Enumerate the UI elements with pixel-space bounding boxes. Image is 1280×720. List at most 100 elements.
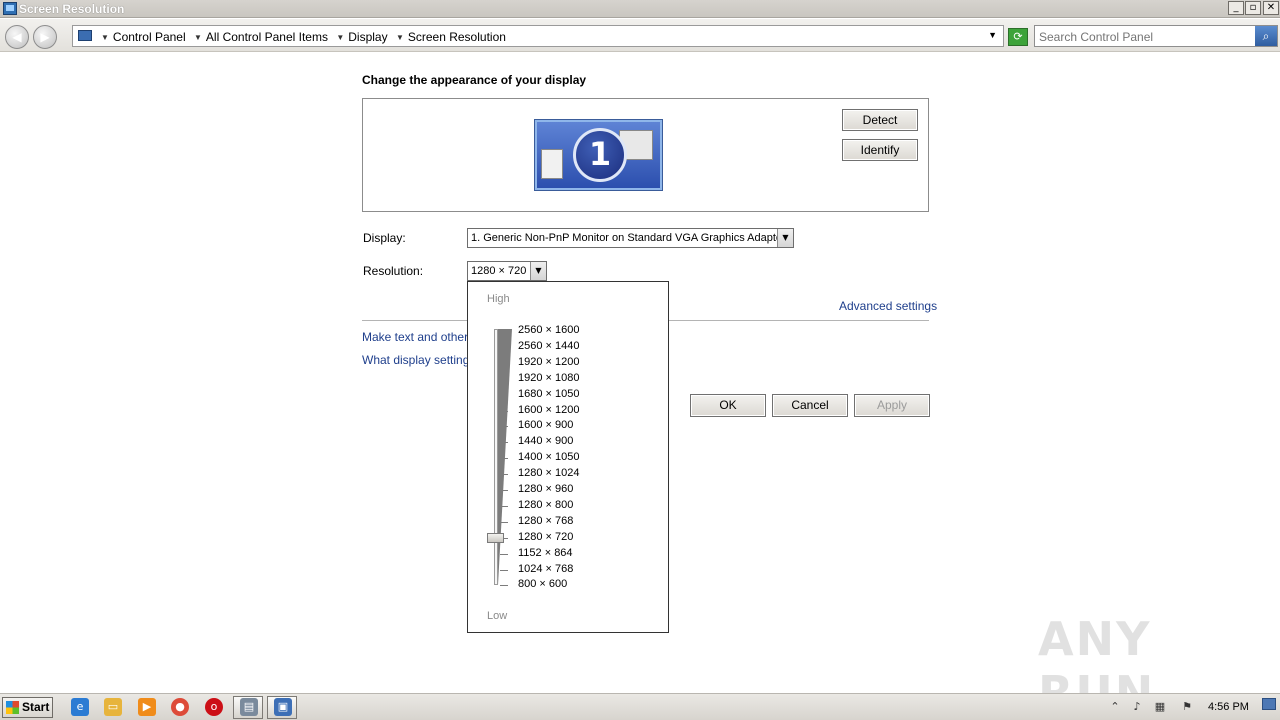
forward-button[interactable]: ▶ bbox=[33, 25, 57, 49]
search-icon[interactable]: ⌕ bbox=[1255, 26, 1277, 46]
slider-tick bbox=[500, 347, 508, 348]
ok-button[interactable]: OK bbox=[690, 394, 766, 417]
resolution-dropdown: High 2560 × 1600 2560 × 1440 1920 × 1200 19… bbox=[467, 281, 669, 633]
resolution-option[interactable]: 1280 × 800 bbox=[518, 499, 573, 511]
opera-icon[interactable]: o bbox=[205, 698, 223, 716]
breadcrumb-control-panel[interactable]: Control Panel bbox=[113, 30, 186, 44]
slider-tick bbox=[500, 570, 508, 571]
resolution-option[interactable]: 1280 × 768 bbox=[518, 515, 573, 527]
resolution-option[interactable]: 1400 × 1050 bbox=[518, 451, 579, 463]
resolution-label: Resolution: bbox=[363, 264, 424, 278]
chevron-down-icon[interactable]: ▼ bbox=[336, 33, 344, 42]
resolution-slider-thumb[interactable] bbox=[487, 533, 504, 543]
search-box[interactable]: ⌕ bbox=[1034, 25, 1278, 47]
resolution-option[interactable]: 1680 × 1050 bbox=[518, 388, 579, 400]
minimize-button[interactable]: _ bbox=[1228, 1, 1244, 15]
back-button[interactable]: ◀ bbox=[5, 25, 29, 49]
slider-tick bbox=[500, 331, 508, 332]
taskbar-item-app[interactable]: ▤ bbox=[233, 696, 263, 719]
folder-icon[interactable]: ▭ bbox=[104, 698, 122, 716]
taskbar: Start e ▭ ▶ ● o ▤ ▣ ⌃ ♪ ▦ ⚑ 4:56 PM bbox=[0, 693, 1280, 720]
chevron-down-icon[interactable]: ▼ bbox=[777, 229, 793, 247]
chevron-down-icon[interactable]: ▼ bbox=[101, 33, 109, 42]
address-dropdown-icon[interactable]: ▼ bbox=[988, 30, 997, 40]
slider-tick bbox=[500, 585, 508, 586]
volume-icon[interactable]: ♪ bbox=[1130, 700, 1144, 714]
resolution-scale-wedge bbox=[498, 329, 512, 585]
cancel-button[interactable]: Cancel bbox=[772, 394, 848, 417]
resolution-option[interactable]: 1440 × 900 bbox=[518, 435, 573, 447]
refresh-icon[interactable]: ⟳ bbox=[1008, 28, 1028, 46]
display-label: Display: bbox=[363, 231, 406, 245]
address-bar: ◀ ▶ ▼ Control Panel ▼ All Control Panel It… bbox=[0, 19, 1280, 52]
resolution-option[interactable]: 1920 × 1080 bbox=[518, 372, 579, 384]
window-thumbnail-icon bbox=[541, 149, 563, 179]
show-hidden-icons-icon[interactable]: ⌃ bbox=[1108, 700, 1122, 714]
resolution-option[interactable]: 2560 × 1440 bbox=[518, 340, 579, 352]
resolution-option[interactable]: 1280 × 1024 bbox=[518, 467, 579, 479]
control-panel-icon: ▣ bbox=[274, 698, 292, 716]
resolution-option[interactable]: 1600 × 900 bbox=[518, 419, 573, 431]
show-desktop-icon[interactable] bbox=[1262, 698, 1276, 710]
slider-tick bbox=[500, 458, 508, 459]
taskbar-item-screen-resolution[interactable]: ▣ bbox=[267, 696, 297, 719]
low-label: Low bbox=[487, 610, 508, 622]
high-label: High bbox=[487, 293, 510, 305]
slider-tick bbox=[500, 442, 508, 443]
advanced-settings-link[interactable]: Advanced settings bbox=[839, 299, 937, 313]
page-title: Change the appearance of your display bbox=[362, 73, 587, 87]
app-window-icon: ▤ bbox=[240, 698, 258, 716]
display-settings-help-link[interactable]: What display settings bbox=[362, 353, 475, 367]
display-select[interactable]: 1. Generic Non-PnP Monitor on Standard V… bbox=[467, 228, 794, 248]
resolution-option[interactable]: 1280 × 960 bbox=[518, 483, 573, 495]
monitor-icon[interactable]: 1 bbox=[535, 120, 662, 190]
apply-button[interactable]: Apply bbox=[854, 394, 930, 417]
chevron-down-icon[interactable]: ▼ bbox=[396, 33, 404, 42]
chevron-down-icon[interactable]: ▼ bbox=[530, 262, 546, 280]
slider-tick bbox=[500, 395, 508, 396]
resolution-select[interactable]: 1280 × 720 ▼ bbox=[467, 261, 547, 281]
network-icon[interactable]: ▦ bbox=[1153, 700, 1167, 714]
text-size-link[interactable]: Make text and other i bbox=[362, 330, 474, 344]
breadcrumb[interactable]: ▼ Control Panel ▼ All Control Panel Items … bbox=[72, 25, 1004, 47]
display-preview: 1 Detect Identify bbox=[362, 98, 929, 212]
clock[interactable]: 4:56 PM bbox=[1208, 701, 1249, 713]
resolution-slider-track[interactable] bbox=[494, 329, 498, 585]
detect-button[interactable]: Detect bbox=[842, 109, 918, 131]
slider-tick bbox=[500, 522, 508, 523]
display-select-value: 1. Generic Non-PnP Monitor on Standard V… bbox=[471, 232, 786, 244]
resolution-option[interactable]: 1024 × 768 bbox=[518, 563, 573, 575]
slider-tick bbox=[500, 554, 508, 555]
search-input[interactable] bbox=[1039, 29, 1251, 44]
breadcrumb-display[interactable]: Display bbox=[348, 30, 387, 44]
slider-tick bbox=[500, 506, 508, 507]
start-button[interactable]: Start bbox=[2, 697, 53, 718]
resolution-option[interactable]: 800 × 600 bbox=[518, 578, 567, 590]
breadcrumb-screen-resolution[interactable]: Screen Resolution bbox=[408, 30, 506, 44]
start-label: Start bbox=[22, 700, 50, 714]
close-button[interactable]: ✕ bbox=[1263, 1, 1279, 15]
breadcrumb-all-items[interactable]: All Control Panel Items bbox=[206, 30, 328, 44]
control-panel-icon bbox=[78, 30, 92, 41]
window-title: Screen Resolution bbox=[19, 2, 125, 16]
slider-tick bbox=[500, 363, 508, 364]
control-panel-icon bbox=[3, 2, 17, 15]
resolution-option[interactable]: 1600 × 1200 bbox=[518, 404, 579, 416]
slider-tick bbox=[500, 379, 508, 380]
resolution-option[interactable]: 1920 × 1200 bbox=[518, 356, 579, 368]
monitor-number: 1 bbox=[573, 128, 627, 182]
resolution-option[interactable]: 1280 × 720 bbox=[518, 531, 573, 543]
chevron-down-icon[interactable]: ▼ bbox=[194, 33, 202, 42]
resolution-option[interactable]: 1152 × 864 bbox=[518, 547, 573, 559]
slider-tick bbox=[500, 426, 508, 427]
title-bar: Screen Resolution _ ▫ ✕ bbox=[0, 0, 1280, 18]
internet-explorer-icon[interactable]: e bbox=[71, 698, 89, 716]
action-center-flag-icon[interactable]: ⚑ bbox=[1180, 700, 1194, 714]
slider-tick bbox=[500, 490, 508, 491]
resolution-option[interactable]: 2560 × 1600 bbox=[518, 324, 579, 336]
media-player-icon[interactable]: ▶ bbox=[138, 698, 156, 716]
identify-button[interactable]: Identify bbox=[842, 139, 918, 161]
slider-tick bbox=[500, 411, 508, 412]
chrome-icon[interactable]: ● bbox=[171, 698, 189, 716]
maximize-button[interactable]: ▫ bbox=[1245, 1, 1261, 15]
